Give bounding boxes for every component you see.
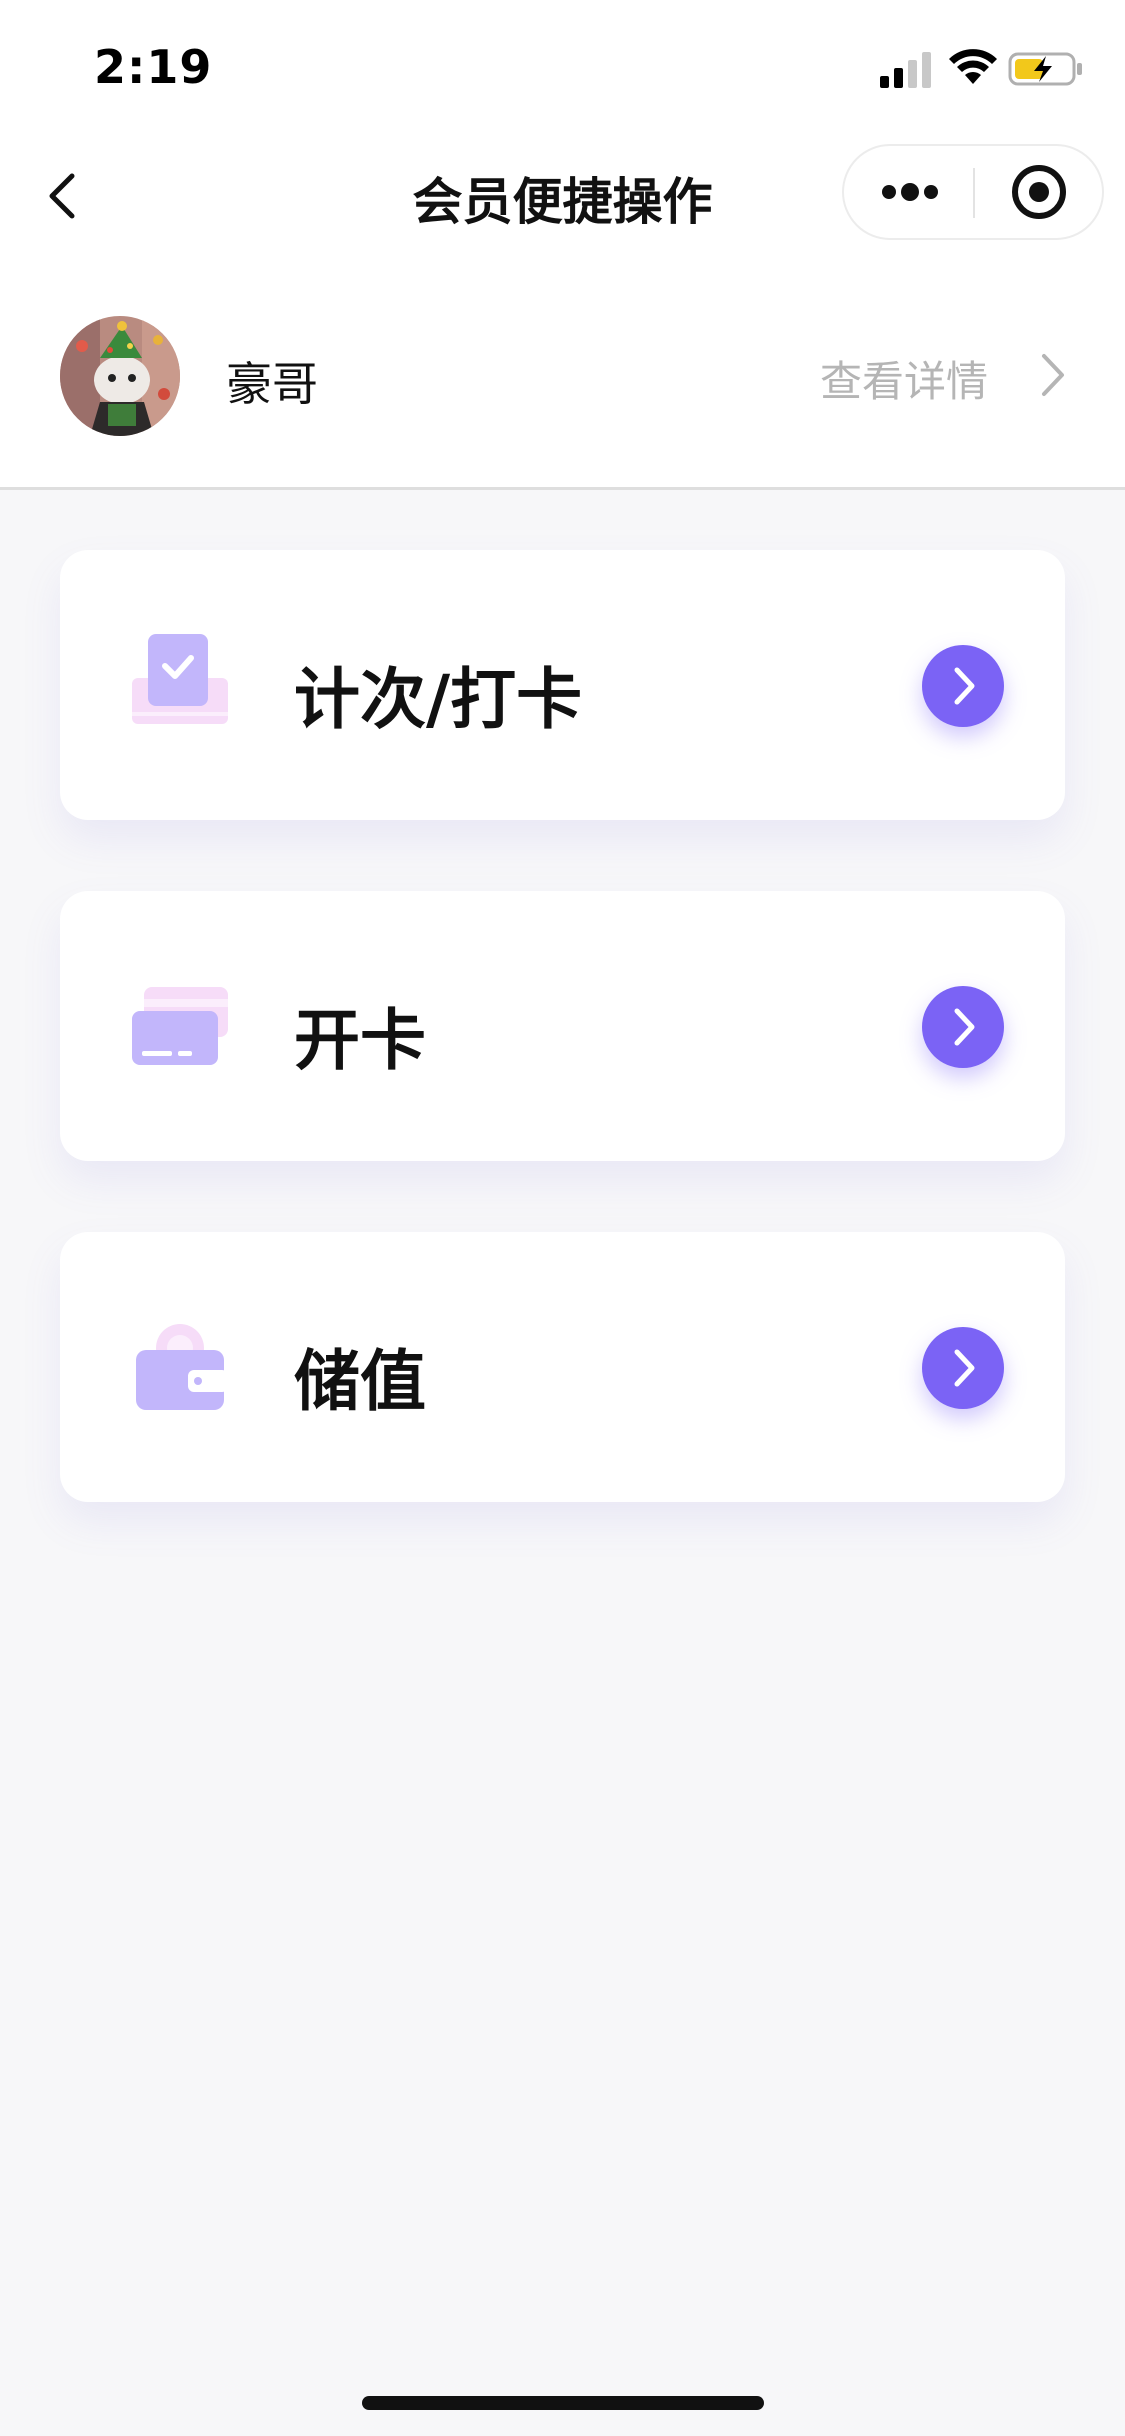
chevron-right-icon (954, 667, 975, 705)
chevron-right-icon (954, 1008, 975, 1046)
page: 2:19 会员便捷操作 豪哥 查看详情 计次/打卡 开卡 储值 (0, 0, 1125, 2436)
member-name: 豪哥 (226, 357, 318, 411)
view-details-link[interactable]: 查看详情 (790, 330, 1090, 420)
more-dots-icon (882, 183, 938, 201)
close-miniprogram-button[interactable] (975, 146, 1103, 238)
action-card-checkin[interactable]: 计次/打卡 (60, 550, 1065, 820)
action-label: 计次/打卡 (294, 661, 583, 738)
nav-bar: 会员便捷操作 (0, 140, 1125, 250)
action-card-stored-value[interactable]: 储值 (60, 1232, 1065, 1502)
wallet-icon (136, 1324, 228, 1410)
mini-program-capsule (842, 144, 1104, 240)
target-circle-icon (1012, 165, 1066, 219)
action-card-open-card[interactable]: 开卡 (60, 891, 1065, 1161)
home-indicator[interactable] (362, 2396, 764, 2410)
avatar-image (60, 316, 180, 436)
arrow-button[interactable] (922, 645, 1004, 727)
arrow-button[interactable] (922, 986, 1004, 1068)
status-time: 2:19 (94, 40, 213, 94)
member-profile-row: 豪哥 查看详情 (0, 250, 1125, 490)
view-details-label: 查看详情 (820, 357, 989, 406)
action-label: 储值 (294, 1343, 426, 1420)
battery-icon (1008, 52, 1082, 86)
status-bar: 2:19 (0, 0, 1125, 140)
chevron-right-icon (954, 1349, 975, 1387)
more-button[interactable] (844, 146, 972, 238)
chevron-right-icon (1042, 354, 1064, 396)
card-icon (132, 987, 228, 1065)
signal-icon (880, 52, 931, 88)
arrow-button[interactable] (922, 1327, 1004, 1409)
checkin-icon (132, 634, 228, 724)
wifi-icon (949, 49, 997, 84)
action-label: 开卡 (294, 1002, 426, 1079)
avatar (60, 316, 180, 436)
